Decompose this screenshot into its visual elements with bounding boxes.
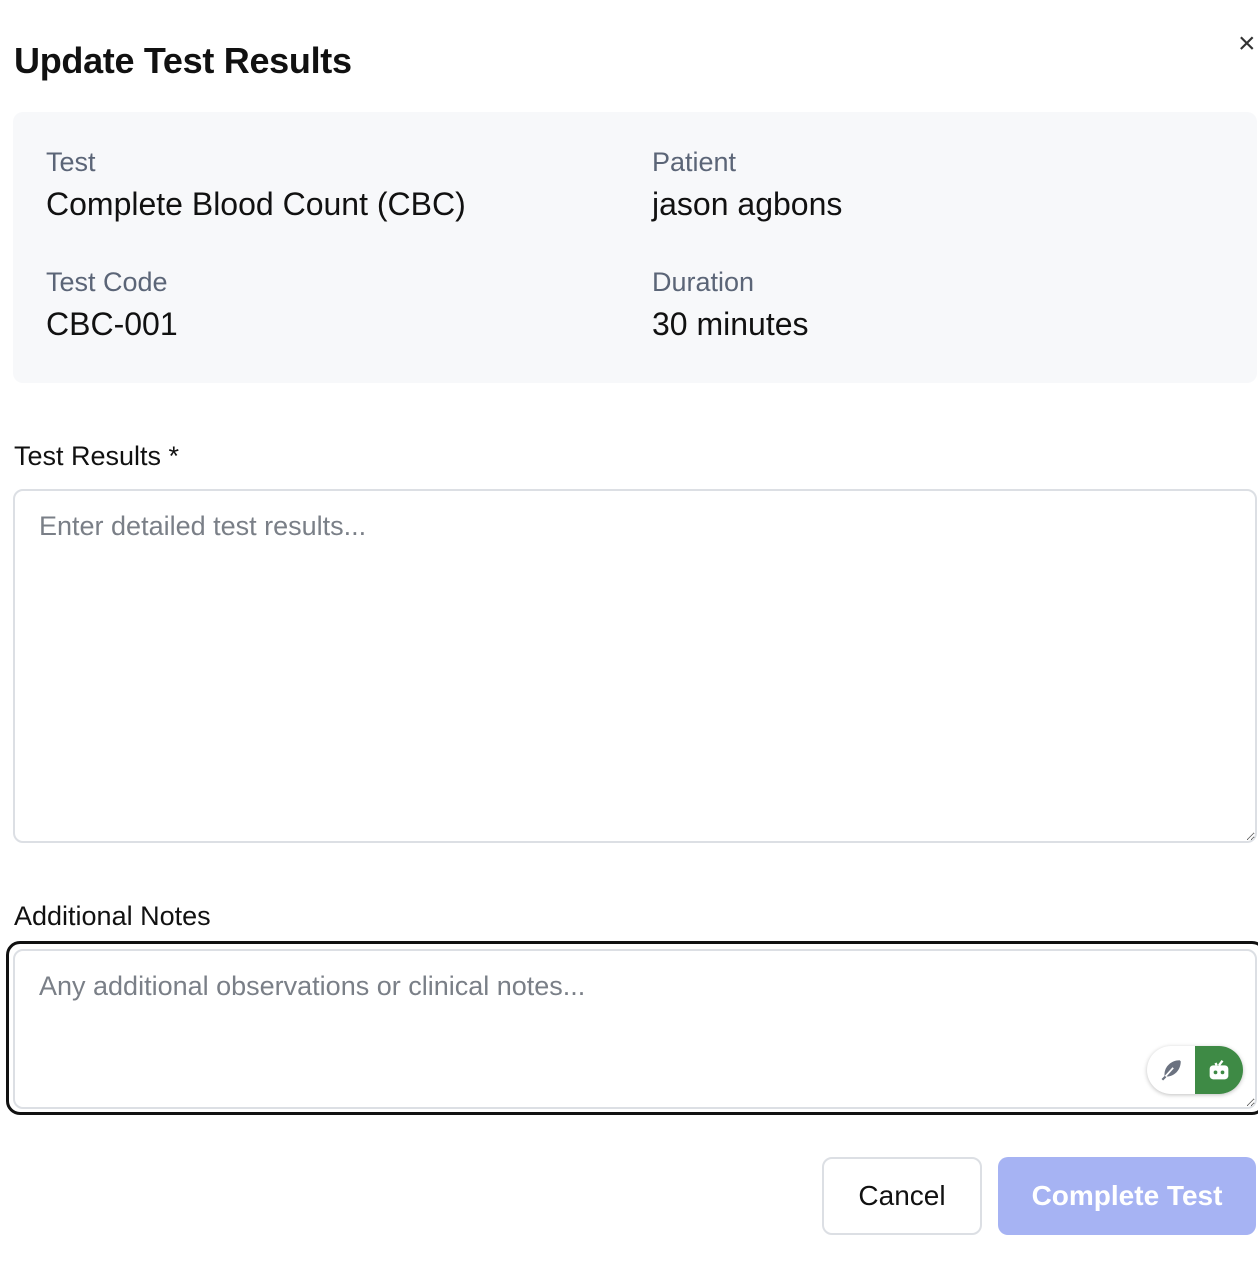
duration-label: Duration <box>652 267 755 297</box>
duration-info: Duration 30 minutes <box>652 266 809 344</box>
dialog-title: Update Test Results <box>14 40 352 81</box>
test-results-label: Test Results * <box>14 441 180 471</box>
patient-value: jason agbons <box>652 186 843 222</box>
test-label: Test <box>46 147 96 177</box>
complete-test-button[interactable]: Complete Test <box>998 1157 1256 1235</box>
writing-assistant-widget[interactable] <box>1147 1046 1243 1094</box>
test-results-textarea[interactable] <box>13 489 1257 843</box>
additional-notes-textarea[interactable] <box>13 949 1257 1109</box>
feather-icon[interactable] <box>1147 1046 1195 1094</box>
patient-info: Patient jason agbons <box>652 146 842 224</box>
duration-value: 30 minutes <box>652 306 809 342</box>
test-code-info: Test Code CBC-001 <box>46 266 178 344</box>
patient-label: Patient <box>652 147 737 177</box>
test-value: Complete Blood Count (CBC) <box>46 186 466 222</box>
robot-icon[interactable] <box>1195 1046 1243 1094</box>
test-code-label: Test Code <box>46 267 168 297</box>
cancel-button[interactable]: Cancel <box>822 1157 982 1235</box>
additional-notes-label: Additional Notes <box>14 901 211 931</box>
test-info: Test Complete Blood Count (CBC) <box>46 146 466 224</box>
close-icon[interactable]: × <box>1238 29 1258 59</box>
test-info-card: Test Complete Blood Count (CBC) Patient … <box>13 112 1257 383</box>
test-code-value: CBC-001 <box>46 306 178 342</box>
update-test-results-dialog: Update Test Results × Test Complete Bloo… <box>0 0 1258 1265</box>
